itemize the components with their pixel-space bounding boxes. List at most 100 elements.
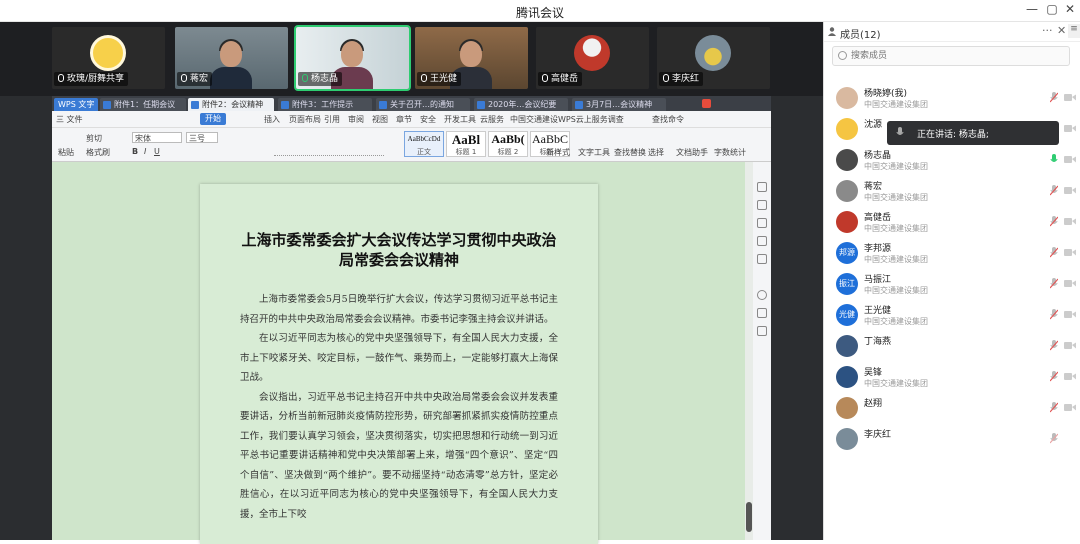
member-search[interactable] bbox=[832, 46, 1070, 66]
menu-security[interactable]: 安全 bbox=[420, 114, 436, 125]
cursor-icon[interactable] bbox=[757, 200, 767, 210]
grid-icon[interactable] bbox=[757, 308, 767, 318]
camera-off-icon[interactable] bbox=[1064, 341, 1076, 350]
menu-section[interactable]: 章节 bbox=[396, 114, 412, 125]
video-tile[interactable]: 玫瑰/厨舞共享 bbox=[52, 27, 165, 89]
font-size-select[interactable]: 三号 bbox=[186, 132, 218, 143]
camera-off-icon[interactable] bbox=[1064, 124, 1076, 133]
member-row[interactable]: 邦源 李邦源 中国交通建设集团 bbox=[824, 238, 1080, 268]
camera-off-icon[interactable] bbox=[1064, 155, 1076, 164]
bold-button[interactable]: B bbox=[132, 147, 138, 156]
doc-tab[interactable]: 附件1：任期会议 bbox=[100, 98, 186, 111]
member-row[interactable]: 蒋宏 中国交通建设集团 bbox=[824, 176, 1080, 206]
mic-muted-icon[interactable] bbox=[1050, 402, 1058, 413]
camera-off-icon[interactable] bbox=[1064, 248, 1076, 257]
doc-tab[interactable]: 2020年…会议纪要 bbox=[474, 98, 568, 111]
mic-muted-icon[interactable] bbox=[1050, 433, 1058, 444]
mic-muted-icon[interactable] bbox=[1050, 371, 1058, 382]
vertical-scrollbar[interactable] bbox=[745, 162, 753, 540]
select-button[interactable]: 选择 bbox=[648, 147, 664, 158]
camera-off-icon[interactable] bbox=[1064, 310, 1076, 319]
format-icon[interactable] bbox=[757, 236, 767, 246]
document-body[interactable]: 上海市委常委会5月5日晚举行扩大会议，传达学习贯彻习近平总书记主持召开的中共中央… bbox=[240, 290, 558, 524]
mic-muted-icon[interactable] bbox=[1050, 185, 1058, 196]
doc-tab[interactable]: 关于召开…的通知 bbox=[376, 98, 470, 111]
mic-on-icon[interactable] bbox=[1050, 154, 1058, 165]
pen-icon[interactable] bbox=[757, 182, 767, 192]
close-button[interactable]: ✕ bbox=[1060, 2, 1080, 16]
camera-off-icon[interactable] bbox=[1064, 217, 1076, 226]
camera-off-icon[interactable] bbox=[1064, 403, 1076, 412]
minimize-button[interactable]: — bbox=[1022, 2, 1042, 16]
video-tile[interactable]: 高健岳 bbox=[536, 27, 649, 89]
style-heading-1[interactable]: AaBl 标题 1 bbox=[446, 131, 486, 157]
format-painter-button[interactable]: 格式刷 bbox=[86, 147, 110, 158]
share-icon[interactable] bbox=[757, 326, 767, 336]
menu-review[interactable]: 审阅 bbox=[348, 114, 364, 125]
member-row[interactable]: 杨志晶 中国交通建设集团 bbox=[824, 145, 1080, 175]
menu-home[interactable]: 开始 bbox=[200, 113, 226, 125]
video-tile[interactable]: 蒋宏 bbox=[175, 27, 288, 89]
search-input[interactable] bbox=[851, 49, 1061, 63]
maximize-button[interactable]: ▢ bbox=[1042, 2, 1062, 16]
doc-tab-active[interactable]: 附件2：会议精神 bbox=[188, 98, 274, 111]
more-icon[interactable]: ··· bbox=[1042, 24, 1053, 37]
italic-button[interactable]: I bbox=[144, 147, 146, 156]
scrollbar-thumb[interactable] bbox=[746, 502, 752, 532]
avatar bbox=[836, 149, 858, 171]
style-heading-2[interactable]: AaBb(标题 2 bbox=[488, 131, 528, 157]
menu-references[interactable]: 引用 bbox=[324, 114, 340, 125]
mic-muted-icon[interactable] bbox=[1050, 309, 1058, 320]
word-count-button[interactable]: 字数统计 bbox=[714, 147, 746, 158]
new-style-button[interactable]: 新样式 bbox=[546, 147, 570, 158]
text-tools-button[interactable]: 文字工具 bbox=[578, 147, 610, 158]
member-row[interactable]: 李庆红 bbox=[824, 424, 1080, 454]
doc-tab[interactable]: 3月7日…会议精神 bbox=[572, 98, 666, 111]
style-normal[interactable]: AaBbCcDd 正文 bbox=[404, 131, 444, 157]
history-icon[interactable] bbox=[757, 290, 767, 300]
menu-survey[interactable]: 中国交通建设WPS云上服务调查 bbox=[510, 114, 624, 125]
copy-icon[interactable] bbox=[757, 218, 767, 228]
menu-find-command[interactable]: 查找命令 bbox=[652, 114, 684, 125]
video-tile[interactable]: 李庆红 bbox=[657, 27, 770, 89]
member-row[interactable]: 振江 马振江 中国交通建设集团 bbox=[824, 269, 1080, 299]
paragraph-controls[interactable] bbox=[274, 147, 384, 156]
menu-dev-tools[interactable]: 开发工具 bbox=[444, 114, 476, 125]
close-icon[interactable]: ✕ bbox=[1057, 24, 1066, 37]
doc-helper-button[interactable]: 文档助手 bbox=[676, 147, 708, 158]
camera-off-icon[interactable] bbox=[1064, 372, 1076, 381]
menu-page-layout[interactable]: 页面布局 bbox=[289, 114, 321, 125]
camera-off-icon[interactable] bbox=[1064, 186, 1076, 195]
paste-button[interactable]: 粘贴 bbox=[58, 147, 74, 158]
menu-insert[interactable]: 插入 bbox=[264, 114, 280, 125]
member-row[interactable]: 杨晓婷(我) 中国交通建设集团 bbox=[824, 83, 1080, 113]
menu-file[interactable]: 三 文件 bbox=[56, 114, 83, 125]
member-row[interactable]: 赵翔 bbox=[824, 393, 1080, 423]
camera-off-icon[interactable] bbox=[1064, 93, 1076, 102]
menu-cloud[interactable]: 云服务 bbox=[480, 114, 504, 125]
video-tile[interactable]: 王光健 bbox=[415, 27, 528, 89]
mic-muted-icon[interactable] bbox=[1050, 278, 1058, 289]
find-replace-button[interactable]: 查找替换 bbox=[614, 147, 646, 158]
document-page[interactable]: 上海市委常委会扩大会议传达学习贯彻中央政治局常委会会议精神 上海市委常委会5月5… bbox=[200, 184, 598, 544]
camera-off-icon[interactable] bbox=[1064, 279, 1076, 288]
new-tab-icon[interactable] bbox=[702, 99, 711, 108]
mic-muted-icon[interactable] bbox=[1050, 92, 1058, 103]
member-row[interactable]: 光健 王光健 中国交通建设集团 bbox=[824, 300, 1080, 330]
menu-icon[interactable]: ≡ bbox=[1068, 24, 1080, 38]
wps-app-tab[interactable]: WPS 文字 bbox=[54, 98, 98, 111]
font-select[interactable]: 宋体 bbox=[132, 132, 182, 143]
member-row[interactable]: 高健岳 中国交通建设集团 bbox=[824, 207, 1080, 237]
member-row[interactable]: 吴锋 中国交通建设集团 bbox=[824, 362, 1080, 392]
member-row[interactable]: 丁海燕 bbox=[824, 331, 1080, 361]
layout-icon[interactable] bbox=[757, 254, 767, 264]
cut-button[interactable]: 剪切 bbox=[86, 133, 102, 144]
video-tile-active[interactable]: 杨志晶 bbox=[294, 25, 411, 91]
mic-muted-icon[interactable] bbox=[1050, 216, 1058, 227]
mic-muted-icon[interactable] bbox=[1050, 340, 1058, 351]
document-canvas[interactable]: 上海市委常委会扩大会议传达学习贯彻中央政治局常委会会议精神 上海市委常委会5月5… bbox=[52, 162, 745, 544]
doc-tab[interactable]: 附件3：工作提示 bbox=[278, 98, 372, 111]
menu-view[interactable]: 视图 bbox=[372, 114, 388, 125]
mic-muted-icon[interactable] bbox=[1050, 247, 1058, 258]
underline-button[interactable]: U bbox=[154, 147, 160, 156]
